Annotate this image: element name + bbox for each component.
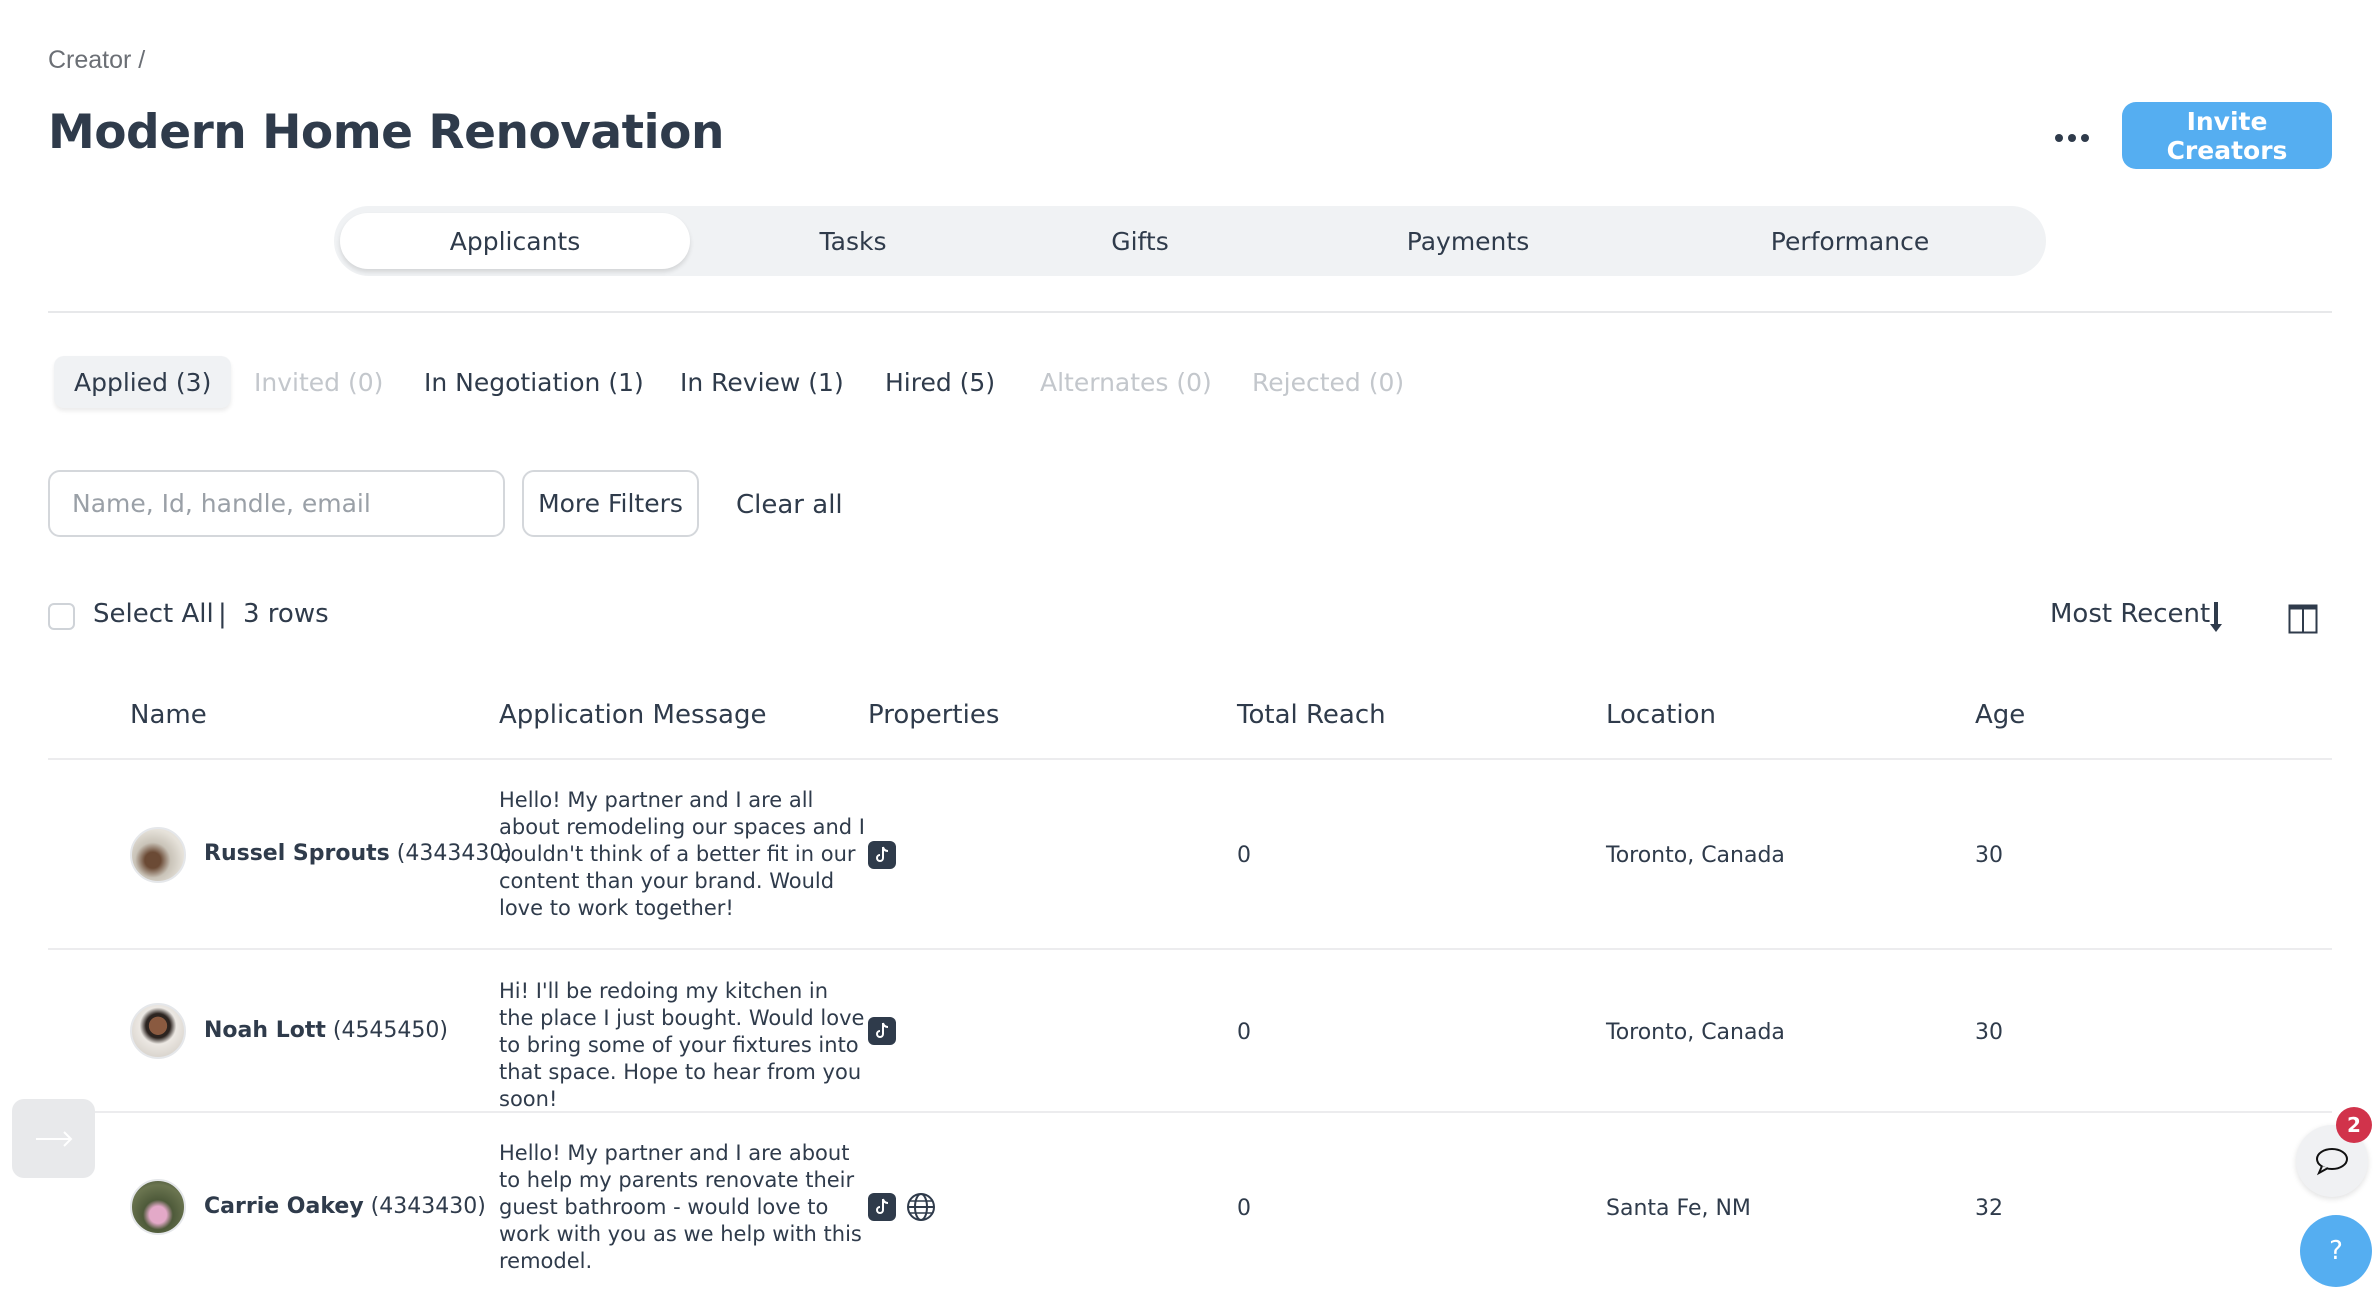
avatar xyxy=(130,1179,186,1235)
ellipsis-icon xyxy=(2081,134,2089,142)
notification-badge: 2 xyxy=(2336,1107,2372,1143)
age: 30 xyxy=(1975,1020,2003,1045)
creator-name-text: Carrie Oakey xyxy=(204,1194,364,1219)
creator-name-text: Noah Lott xyxy=(204,1018,326,1043)
creator-name-text: Russel Sprouts xyxy=(204,841,390,866)
location: Toronto, Canada xyxy=(1606,1020,1785,1045)
creator-name[interactable]: Russel Sprouts (4343430) xyxy=(204,841,512,866)
creator-id: (4343430) xyxy=(370,1194,486,1219)
main-tabs: Applicants Tasks Gifts Payments Performa… xyxy=(334,206,2046,276)
status-tab-in-negotiation[interactable]: In Negotiation (1) xyxy=(424,356,644,408)
creator-name[interactable]: Noah Lott (4545450) xyxy=(204,1018,448,1043)
arrow-right-icon xyxy=(35,1130,72,1147)
tiktok-icon[interactable] xyxy=(868,1017,896,1045)
expand-sidebar-button[interactable] xyxy=(12,1099,95,1178)
chat-bubble-icon xyxy=(2316,1148,2348,1176)
row-count: 3 rows xyxy=(243,599,329,629)
section-divider xyxy=(48,311,2332,313)
status-tab-invited[interactable]: Invited (0) xyxy=(254,356,383,408)
tab-performance[interactable]: Performance xyxy=(1720,213,1980,269)
more-filters-button[interactable]: More Filters xyxy=(522,470,699,537)
status-tab-rejected[interactable]: Rejected (0) xyxy=(1252,356,1404,408)
tab-payments[interactable]: Payments xyxy=(1358,213,1578,269)
application-message: Hi! I'll be redoing my kitchen in the pl… xyxy=(499,979,865,1111)
application-message: Hello! My partner and I are all about re… xyxy=(499,788,865,920)
more-options-button[interactable] xyxy=(2052,120,2092,156)
row-divider xyxy=(48,1111,2332,1113)
columns-icon[interactable] xyxy=(2288,604,2318,634)
ellipsis-icon xyxy=(2068,134,2076,142)
tab-tasks[interactable]: Tasks xyxy=(768,213,938,269)
breadcrumb[interactable]: Creator / xyxy=(48,46,145,75)
sort-dropdown[interactable]: Most Recent xyxy=(2050,599,2210,629)
column-header-total-reach[interactable]: Total Reach xyxy=(1237,700,1386,730)
total-reach: 0 xyxy=(1237,843,1251,868)
status-tab-hired[interactable]: Hired (5) xyxy=(885,356,995,408)
status-tab-in-review[interactable]: In Review (1) xyxy=(680,356,844,408)
row-divider xyxy=(48,948,2332,950)
ellipsis-icon xyxy=(2055,134,2063,142)
location: Toronto, Canada xyxy=(1606,843,1785,868)
creator-id: (4343430) xyxy=(396,841,512,866)
tiktok-icon[interactable] xyxy=(868,1193,896,1221)
search-input[interactable] xyxy=(48,470,505,537)
avatar xyxy=(130,1003,186,1059)
total-reach: 0 xyxy=(1237,1196,1251,1221)
column-header-age[interactable]: Age xyxy=(1975,700,2025,730)
column-header-application-message[interactable]: Application Message xyxy=(499,700,767,730)
status-tab-alternates[interactable]: Alternates (0) xyxy=(1040,356,1212,408)
tab-gifts[interactable]: Gifts xyxy=(1070,213,1210,269)
tab-applicants[interactable]: Applicants xyxy=(340,213,690,269)
creator-name[interactable]: Carrie Oakey (4343430) xyxy=(204,1194,486,1219)
column-header-location[interactable]: Location xyxy=(1606,700,1716,730)
age: 30 xyxy=(1975,843,2003,868)
location: Santa Fe, NM xyxy=(1606,1196,1751,1221)
application-message: Hello! My partner and I are about to hel… xyxy=(499,1141,862,1273)
tiktok-icon[interactable] xyxy=(868,841,896,869)
status-tab-applied[interactable]: Applied (3) xyxy=(54,356,232,408)
page-title: Modern Home Renovation xyxy=(48,105,724,160)
creator-id: (4545450) xyxy=(332,1018,449,1043)
select-all-checkbox[interactable] xyxy=(48,603,75,630)
age: 32 xyxy=(1975,1196,2003,1221)
invite-creators-button[interactable]: Invite Creators xyxy=(2122,102,2332,169)
column-header-properties[interactable]: Properties xyxy=(868,700,999,730)
column-header-name[interactable]: Name xyxy=(130,700,207,730)
arrow-down-icon[interactable] xyxy=(2208,600,2224,634)
help-button[interactable]: ? xyxy=(2300,1215,2372,1287)
clear-all-link[interactable]: Clear all xyxy=(736,490,843,520)
separator: | xyxy=(218,599,227,629)
avatar xyxy=(130,827,186,883)
globe-icon[interactable] xyxy=(906,1192,936,1222)
header-divider xyxy=(48,758,2332,760)
total-reach: 0 xyxy=(1237,1020,1251,1045)
select-all-label[interactable]: Select All xyxy=(93,599,214,629)
